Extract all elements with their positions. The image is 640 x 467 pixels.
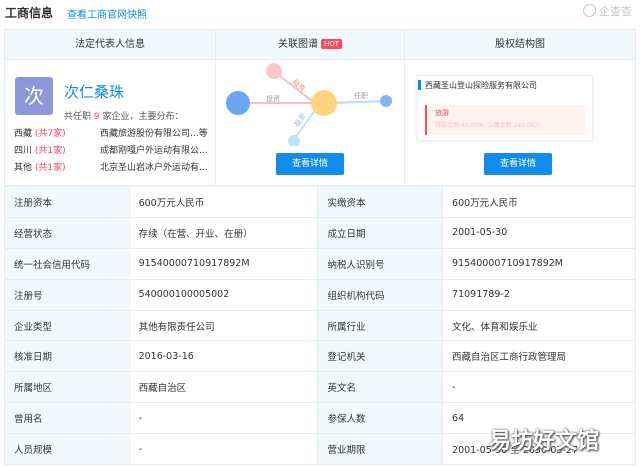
legal-rep-name[interactable]: 次仁桑珠 xyxy=(64,81,124,102)
field-value: 其他有限责任公司 xyxy=(128,309,319,342)
region-company-link[interactable]: 成都刚嘎户外运动有限公... xyxy=(100,143,208,156)
field-value: 西藏自治区 xyxy=(128,371,319,404)
field-value: 91540000710917892M xyxy=(442,247,636,280)
graph-node xyxy=(380,95,392,107)
field-value: 西藏自治区工商行政管理局 xyxy=(442,340,636,373)
field-label: 组织机构代码 xyxy=(317,278,444,311)
summary-cards: 法定代表人信息 次 次仁桑珠 共任职 9 家企业，主要分布： 西藏 (共7家) 西… xyxy=(4,29,636,186)
region-row: 其他 (共1家) 北京圣山岩冰户外运动有... xyxy=(14,160,214,173)
table-row: 经营状态 存续（在营、开业、在册） 成立日期 2001-05-30 xyxy=(4,216,636,249)
field-label: 所属行业 xyxy=(317,309,444,342)
table-row: 所属地区 西藏自治区 英文名 - xyxy=(4,371,636,404)
field-label: 注册号 xyxy=(4,278,130,311)
company-count: 9 xyxy=(93,112,100,122)
region-company-link[interactable]: 西藏旅游股份有限公司...等 xyxy=(100,126,208,139)
table-row: 注册号 540000100005002 组织机构代码 71091789-2 xyxy=(4,278,636,311)
field-value: - xyxy=(128,402,319,435)
related-graph-card: 关联图谱 HOT 投资 投资 任职 投资 查看详情 xyxy=(216,30,405,185)
qichacha-watermark: 企查查 xyxy=(583,3,632,19)
qichacha-logo-icon xyxy=(583,4,596,17)
region-row: 西藏 (共7家) 西藏旅游股份有限公司...等 xyxy=(14,126,214,139)
field-label: 注册资本 xyxy=(4,186,130,218)
legal-rep-summary: 共任职 9 家企业，主要分布： xyxy=(64,112,184,122)
field-label: 人员规模 xyxy=(4,433,130,466)
legal-rep-card: 法定代表人信息 次 次仁桑珠 共任职 9 家企业，主要分布： 西藏 (共7家) 西… xyxy=(5,30,216,185)
table-row: 企业类型 其他有限责任公司 所属行业 文化、体育和娱乐业 xyxy=(4,309,636,342)
field-label: 英文名 xyxy=(317,371,444,404)
field-label: 营业期限 xyxy=(317,433,444,466)
field-label: 登记机关 xyxy=(317,340,444,373)
edge-label: 投资 xyxy=(266,94,280,103)
related-graph-diagram[interactable]: 投资 投资 任职 投资 xyxy=(216,61,405,146)
equity-detail-button[interactable]: 查看详情 xyxy=(484,153,552,175)
equity-company-marker xyxy=(418,80,421,90)
field-label: 企业类型 xyxy=(4,309,130,342)
equity-card-title: 股权结构图 xyxy=(405,30,635,60)
region-company-link[interactable]: 北京圣山岩冰户外运动有... xyxy=(100,160,208,173)
field-value: 71091789-2 xyxy=(442,278,636,311)
field-label: 核准日期 xyxy=(4,340,130,373)
field-label: 参保人数 xyxy=(317,402,444,435)
field-label: 实缴资本 xyxy=(317,186,444,218)
related-graph-detail-button[interactable]: 查看详情 xyxy=(276,153,344,175)
graph-node xyxy=(266,63,282,79)
field-value: 存续（在营、开业、在册） xyxy=(128,216,319,249)
graph-node xyxy=(288,135,300,146)
legal-rep-card-title: 法定代表人信息 xyxy=(5,30,215,60)
field-value: 600万元人民币 xyxy=(442,186,636,218)
field-value: 540000100005002 xyxy=(128,278,319,311)
region-row: 四川 (共1家) 成都刚嘎户外运动有限公... xyxy=(14,143,214,156)
field-value: 91540000710917892M xyxy=(128,247,319,280)
field-label: 纳税人识别号 xyxy=(317,247,444,280)
edge-label: 投资 xyxy=(291,77,308,93)
field-label: 经营状态 xyxy=(4,216,130,249)
equity-company-name: 西藏圣山登山探险服务有限公司 xyxy=(425,81,537,90)
section-title: 工商信息 xyxy=(5,6,54,20)
field-value: 2016-03-16 xyxy=(128,340,319,373)
table-row: 注册资本 600万元人民币 实缴资本 600万元人民币 xyxy=(4,186,636,218)
table-row: 核准日期 2016-03-16 登记机关 西藏自治区工商行政管理局 xyxy=(4,340,636,373)
field-label: 曾用名 xyxy=(4,402,130,435)
edge-label: 投资 xyxy=(292,112,307,129)
official-snapshot-link[interactable]: 查看工商官网快照 xyxy=(67,6,147,21)
field-value: 600万元人民币 xyxy=(128,186,319,218)
equity-holder-detail: 持股比例 40.00% 认缴金额 240.00万 xyxy=(435,122,541,129)
field-value: 文化、体育和娱乐业 xyxy=(442,309,636,342)
field-label: 成立日期 xyxy=(317,216,444,249)
top-bar: 工商信息 查看工商官网快照 企查查 xyxy=(0,0,640,24)
field-label: 统一社会信用代码 xyxy=(4,247,130,280)
site-watermark: 易坊好文馆 xyxy=(489,429,600,454)
equity-card: 股权结构图 西藏圣山登山探险服务有限公司 旅游 持股比例 40.00% 认缴金额… xyxy=(405,30,635,185)
table-row: 统一社会信用代码 91540000710917892M 纳税人识别号 91540000… xyxy=(4,247,636,280)
avatar: 次 xyxy=(15,77,53,115)
field-value: - xyxy=(128,433,319,466)
edge-label: 任职 xyxy=(354,91,368,100)
field-value: - xyxy=(442,371,636,404)
hot-badge: HOT xyxy=(320,39,343,49)
graph-center-node xyxy=(311,90,337,116)
field-label: 所属地区 xyxy=(4,371,130,404)
related-graph-card-title: 关联图谱 HOT xyxy=(216,30,404,60)
field-value: 2001-05-30 xyxy=(442,216,636,249)
graph-node xyxy=(226,91,250,115)
equity-holder-name: 旅游 xyxy=(435,109,449,117)
